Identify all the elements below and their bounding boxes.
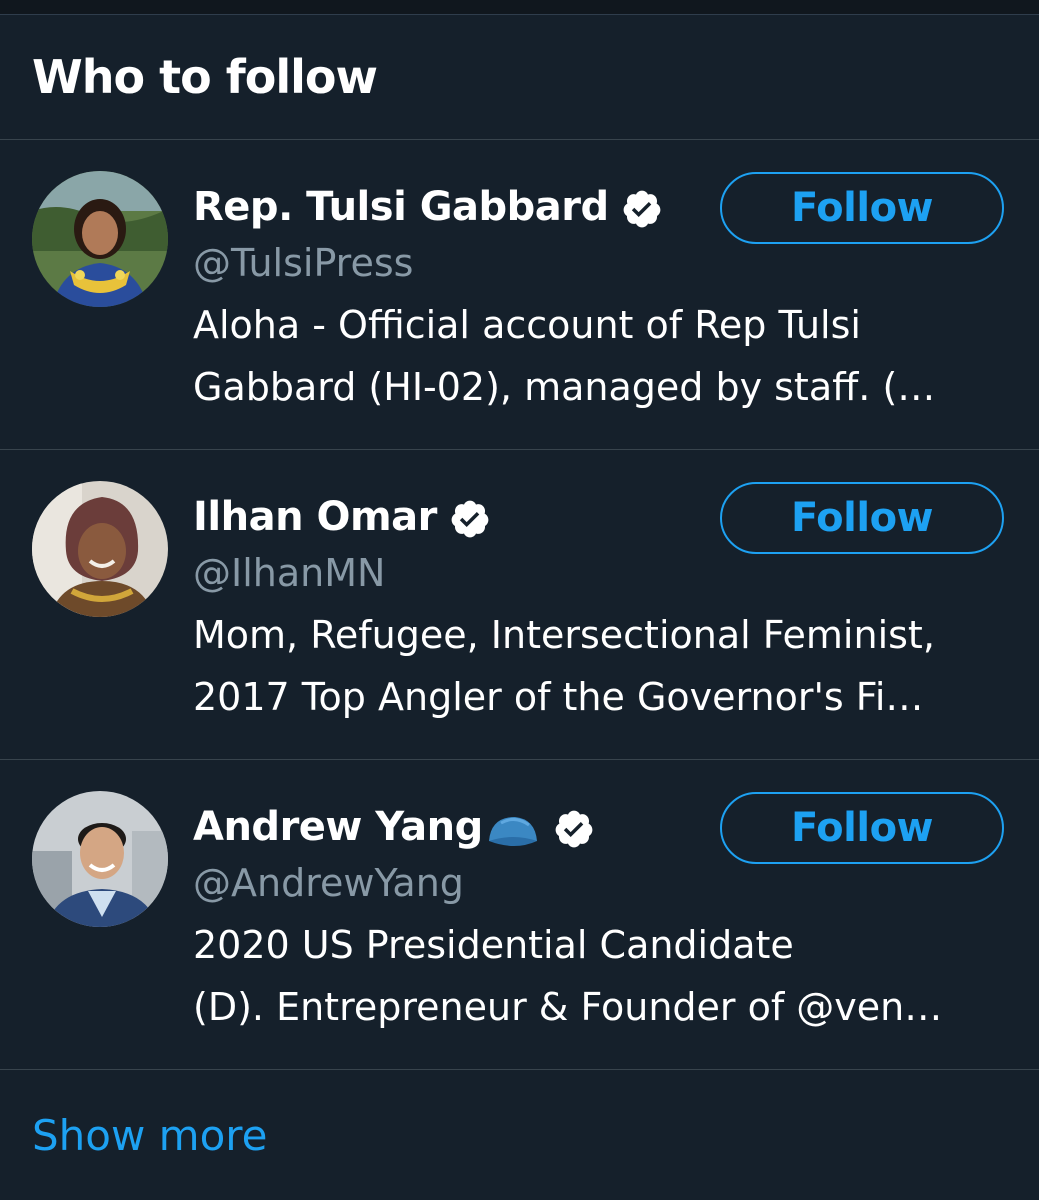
avatar[interactable]: [32, 791, 168, 927]
bio-line: 2020 US Presidential Candidate: [193, 923, 794, 967]
user-bio: Mom, Refugee, Intersectional Feminist, 2…: [193, 604, 1013, 728]
panel-title: Who to follow: [32, 50, 378, 104]
follow-button[interactable]: Follow: [720, 792, 1004, 864]
cap-icon: [485, 807, 541, 847]
user-bio: Aloha - Official account of Rep Tulsi Ga…: [193, 294, 1013, 418]
user-display-name[interactable]: Rep. Tulsi Gabbard: [193, 176, 663, 238]
avatar[interactable]: [32, 171, 168, 307]
bio-line: Mom, Refugee, Intersectional Feminist,: [193, 613, 935, 657]
user-row-andrew-yang[interactable]: Andrew Yang @AndrewYang Follow 2020 US P…: [0, 760, 1039, 1070]
user-row-ilhan-omar[interactable]: Ilhan Omar @IlhanMN Follow Mom, Refugee,…: [0, 450, 1039, 760]
who-to-follow-panel: Who to follow: [0, 15, 1039, 140]
user-handle[interactable]: @AndrewYang: [193, 858, 464, 908]
show-more-link[interactable]: Show more: [32, 1104, 267, 1168]
user-bio: 2020 US Presidential Candidate (D). Entr…: [193, 914, 1013, 1038]
verified-badge-icon: [449, 496, 491, 538]
bio-line: Aloha - Official account of Rep Tulsi: [193, 303, 861, 347]
follow-button[interactable]: Follow: [720, 172, 1004, 244]
verified-badge-icon: [553, 806, 595, 848]
bio-line: (D). Entrepreneur & Founder of @ven…: [193, 985, 943, 1029]
user-handle[interactable]: @IlhanMN: [193, 548, 385, 598]
user-row-tulsi-gabbard[interactable]: Rep. Tulsi Gabbard @TulsiPress Follow Al…: [0, 140, 1039, 450]
user-handle[interactable]: @TulsiPress: [193, 238, 413, 288]
bio-line: Gabbard (HI-02), managed by staff. (…: [193, 365, 936, 409]
top-strip: [0, 0, 1039, 15]
panel-header: Who to follow: [0, 15, 1039, 140]
bio-line: 2017 Top Angler of the Governor's Fi…: [193, 675, 924, 719]
user-display-name[interactable]: Andrew Yang: [193, 796, 595, 858]
follow-button[interactable]: Follow: [720, 482, 1004, 554]
verified-badge-icon: [621, 186, 663, 228]
user-display-name[interactable]: Ilhan Omar: [193, 486, 491, 548]
avatar[interactable]: [32, 481, 168, 617]
